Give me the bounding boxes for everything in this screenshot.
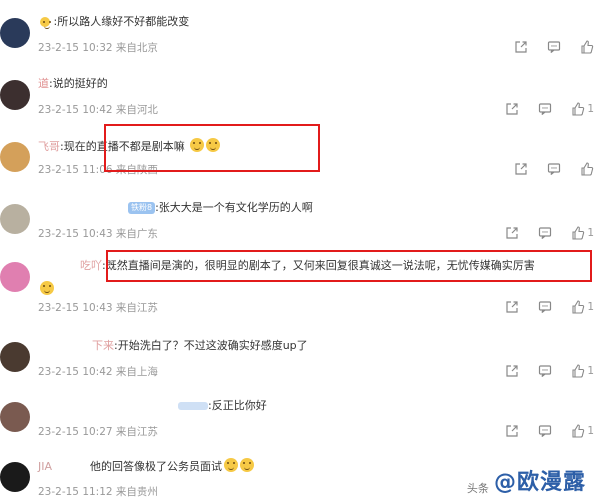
avatar[interactable] xyxy=(0,18,30,48)
comment-author[interactable]: 下来 xyxy=(92,339,114,352)
comment-actions: 1 xyxy=(486,364,594,378)
emoji-icon xyxy=(224,458,239,472)
emoji-icon xyxy=(40,17,50,29)
comment-location: 来自贵州 xyxy=(115,486,158,498)
thumbs-up-icon[interactable] xyxy=(571,364,585,378)
thumbs-up-icon[interactable] xyxy=(571,226,585,240)
comment-text: :反正比你好 xyxy=(208,399,267,412)
comment-actions xyxy=(495,162,594,176)
thumbs-up-icon[interactable] xyxy=(571,424,585,438)
comment-author[interactable]: JIA xyxy=(38,460,52,473)
comment-date: 23-2-15 10:43 xyxy=(38,228,113,240)
comment-icon[interactable] xyxy=(538,300,552,314)
like-count: 1 xyxy=(587,365,594,377)
comment-actions: 1 xyxy=(486,102,594,116)
watermark-brand: @欧漫露 xyxy=(493,470,586,495)
comment-author[interactable]: 道 xyxy=(38,77,49,90)
comment-location: 来自上海 xyxy=(115,366,158,378)
emoji-icon xyxy=(40,281,54,295)
comment-date: 23-2-15 10:32 xyxy=(38,42,113,54)
avatar[interactable] xyxy=(0,204,30,234)
comment-date: 23-2-15 11:12 xyxy=(38,486,113,498)
comment-text: :说的挺好的 xyxy=(49,77,108,90)
fan-badge xyxy=(178,402,208,410)
comment-item: :所以路人缘好不好都能改变 23-2-15 10:32 来自北京 xyxy=(0,14,594,80)
watermark-source: 头条 xyxy=(466,482,489,495)
comment-icon[interactable] xyxy=(538,226,552,240)
comment-author[interactable]: 飞哥 xyxy=(38,140,60,153)
share-icon[interactable] xyxy=(505,364,519,378)
thumbs-up-icon[interactable] xyxy=(571,300,585,314)
comment-text: :所以路人缘好不好都能改变 xyxy=(53,15,190,28)
avatar[interactable] xyxy=(0,80,30,110)
comment-location: 来自河北 xyxy=(115,104,158,116)
share-icon[interactable] xyxy=(514,162,528,176)
comment-location: 来自江苏 xyxy=(115,426,158,438)
comment-item: 下来:开始洗白了？不过这波确实好感度up了 23-2-15 10:42 来自上海… xyxy=(0,338,594,404)
comment-date: 23-2-15 10:42 xyxy=(38,366,113,378)
highlight-box xyxy=(104,124,320,172)
comment-location: 来自江苏 xyxy=(115,302,158,314)
avatar[interactable] xyxy=(0,462,30,492)
comment-icon[interactable] xyxy=(547,40,561,54)
comment-location: 来自广东 xyxy=(115,228,158,240)
fan-badge: 铁粉8 xyxy=(128,202,156,214)
comment-date: 23-2-15 11:06 xyxy=(38,164,113,176)
comment-location: 来自北京 xyxy=(115,42,158,54)
comment-icon[interactable] xyxy=(538,102,552,116)
comment-actions xyxy=(495,40,594,54)
comment-text: 他的回答像极了公务员面试 xyxy=(90,460,223,473)
comment-text: :开始洗白了？不过这波确实好感度up了 xyxy=(114,339,308,352)
share-icon[interactable] xyxy=(505,424,519,438)
share-icon[interactable] xyxy=(505,226,519,240)
like-count: 1 xyxy=(587,227,594,239)
share-icon[interactable] xyxy=(505,102,519,116)
like-count: 1 xyxy=(587,103,594,115)
share-icon[interactable] xyxy=(514,40,528,54)
comment-date: 23-2-15 10:27 xyxy=(38,426,113,438)
share-icon[interactable] xyxy=(505,300,519,314)
avatar[interactable] xyxy=(0,262,30,292)
comment-actions: 1 xyxy=(486,226,594,240)
avatar[interactable] xyxy=(0,402,30,432)
comment-date: 23-2-15 10:42 xyxy=(38,104,113,116)
watermark: 头条 @欧漫露 xyxy=(467,464,586,496)
avatar[interactable] xyxy=(0,342,30,372)
comment-icon[interactable] xyxy=(547,162,561,176)
comment-icon[interactable] xyxy=(538,364,552,378)
like-count: 1 xyxy=(587,425,594,437)
thumbs-up-icon[interactable] xyxy=(571,102,585,116)
emoji-icon xyxy=(240,458,255,472)
like-count: 1 xyxy=(587,301,594,313)
comment-icon[interactable] xyxy=(538,424,552,438)
comment-date: 23-2-15 10:43 xyxy=(38,302,113,314)
comment-actions: 1 xyxy=(486,300,594,314)
thumbs-up-icon[interactable] xyxy=(580,162,594,176)
comment-text: :张大大是一个有文化学历的人啊 xyxy=(155,201,313,214)
avatar[interactable] xyxy=(0,142,30,172)
highlight-box xyxy=(106,250,592,282)
comment-actions: 1 xyxy=(486,424,594,438)
thumbs-up-icon[interactable] xyxy=(580,40,594,54)
comment-author[interactable]: 吃吖 xyxy=(80,259,102,272)
comment-item: :反正比你好 23-2-15 10:27 来自江苏 1 xyxy=(0,398,594,464)
